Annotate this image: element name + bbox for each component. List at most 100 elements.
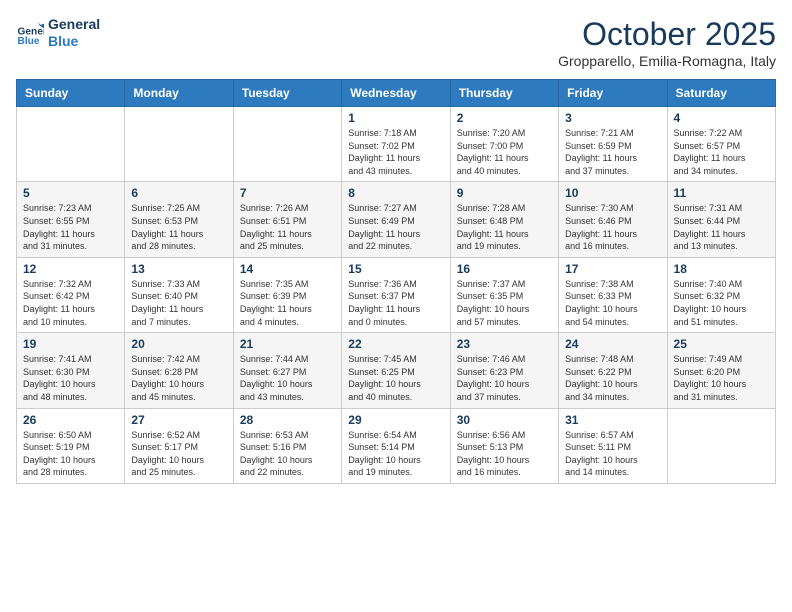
cell-info: Sunset: 6:28 PM (131, 366, 226, 379)
day-number: 3 (565, 111, 660, 125)
cell-info: Sunrise: 7:25 AM (131, 202, 226, 215)
day-number: 19 (23, 337, 118, 351)
svg-text:Blue: Blue (18, 36, 40, 47)
cell-info: Sunset: 5:11 PM (565, 441, 660, 454)
cell-info: and 43 minutes. (348, 165, 443, 178)
cell-info: Daylight: 11 hours (23, 228, 118, 241)
day-number: 10 (565, 186, 660, 200)
day-number: 1 (348, 111, 443, 125)
cell-info: and 37 minutes. (565, 165, 660, 178)
cell-info: and 34 minutes. (565, 391, 660, 404)
cell-info: Sunrise: 6:53 AM (240, 429, 335, 442)
day-number: 27 (131, 413, 226, 427)
calendar-cell: 10Sunrise: 7:30 AMSunset: 6:46 PMDayligh… (559, 182, 667, 257)
calendar-cell: 22Sunrise: 7:45 AMSunset: 6:25 PMDayligh… (342, 333, 450, 408)
cell-info: Daylight: 11 hours (348, 228, 443, 241)
cell-info: Sunrise: 7:20 AM (457, 127, 552, 140)
calendar-cell: 28Sunrise: 6:53 AMSunset: 5:16 PMDayligh… (233, 408, 341, 483)
logo-icon: General Blue (16, 19, 44, 47)
cell-info: Sunset: 6:20 PM (674, 366, 769, 379)
cell-info: Sunset: 5:19 PM (23, 441, 118, 454)
cell-info: and 43 minutes. (240, 391, 335, 404)
cell-info: Sunrise: 7:49 AM (674, 353, 769, 366)
cell-info: Sunrise: 7:35 AM (240, 278, 335, 291)
cell-info: Sunrise: 7:46 AM (457, 353, 552, 366)
day-number: 18 (674, 262, 769, 276)
week-row-1: 1Sunrise: 7:18 AMSunset: 7:02 PMDaylight… (17, 107, 776, 182)
calendar-cell: 16Sunrise: 7:37 AMSunset: 6:35 PMDayligh… (450, 257, 558, 332)
cell-info: Sunrise: 7:40 AM (674, 278, 769, 291)
cell-info: and 25 minutes. (240, 240, 335, 253)
cell-info: Daylight: 10 hours (565, 454, 660, 467)
cell-info: Sunset: 6:59 PM (565, 140, 660, 153)
calendar-cell: 14Sunrise: 7:35 AMSunset: 6:39 PMDayligh… (233, 257, 341, 332)
day-number: 29 (348, 413, 443, 427)
cell-info: Sunrise: 7:44 AM (240, 353, 335, 366)
cell-info: Sunset: 6:23 PM (457, 366, 552, 379)
cell-info: and 7 minutes. (131, 316, 226, 329)
cell-info: Sunrise: 6:54 AM (348, 429, 443, 442)
cell-info: Daylight: 11 hours (131, 228, 226, 241)
cell-info: and 28 minutes. (131, 240, 226, 253)
cell-info: and 16 minutes. (457, 466, 552, 479)
cell-info: Sunrise: 7:23 AM (23, 202, 118, 215)
calendar-cell: 27Sunrise: 6:52 AMSunset: 5:17 PMDayligh… (125, 408, 233, 483)
day-number: 9 (457, 186, 552, 200)
cell-info: Daylight: 11 hours (674, 228, 769, 241)
cell-info: Sunset: 5:17 PM (131, 441, 226, 454)
cell-info: Sunset: 6:22 PM (565, 366, 660, 379)
calendar-cell: 15Sunrise: 7:36 AMSunset: 6:37 PMDayligh… (342, 257, 450, 332)
cell-info: Sunset: 6:35 PM (457, 290, 552, 303)
day-number: 5 (23, 186, 118, 200)
cell-info: and 25 minutes. (131, 466, 226, 479)
week-row-2: 5Sunrise: 7:23 AMSunset: 6:55 PMDaylight… (17, 182, 776, 257)
day-number: 24 (565, 337, 660, 351)
cell-info: and 57 minutes. (457, 316, 552, 329)
cell-info: Sunrise: 7:22 AM (674, 127, 769, 140)
cell-info: Sunset: 6:53 PM (131, 215, 226, 228)
cell-info: Daylight: 10 hours (131, 378, 226, 391)
calendar-cell: 21Sunrise: 7:44 AMSunset: 6:27 PMDayligh… (233, 333, 341, 408)
week-row-5: 26Sunrise: 6:50 AMSunset: 5:19 PMDayligh… (17, 408, 776, 483)
day-number: 7 (240, 186, 335, 200)
day-number: 8 (348, 186, 443, 200)
cell-info: Daylight: 11 hours (348, 152, 443, 165)
cell-info: Sunset: 6:27 PM (240, 366, 335, 379)
calendar-cell (233, 107, 341, 182)
calendar-header-row: SundayMondayTuesdayWednesdayThursdayFrid… (17, 80, 776, 107)
month-title: October 2025 (558, 16, 776, 53)
cell-info: Daylight: 11 hours (131, 303, 226, 316)
day-number: 2 (457, 111, 552, 125)
calendar-cell: 26Sunrise: 6:50 AMSunset: 5:19 PMDayligh… (17, 408, 125, 483)
calendar-cell (125, 107, 233, 182)
cell-info: Sunrise: 7:28 AM (457, 202, 552, 215)
cell-info: Daylight: 11 hours (240, 228, 335, 241)
cell-info: and 22 minutes. (240, 466, 335, 479)
cell-info: Daylight: 10 hours (457, 378, 552, 391)
calendar-cell: 5Sunrise: 7:23 AMSunset: 6:55 PMDaylight… (17, 182, 125, 257)
cell-info: and 14 minutes. (565, 466, 660, 479)
cell-info: Daylight: 11 hours (457, 152, 552, 165)
cell-info: Sunrise: 7:21 AM (565, 127, 660, 140)
cell-info: Sunrise: 7:48 AM (565, 353, 660, 366)
cell-info: Sunset: 6:30 PM (23, 366, 118, 379)
location-subtitle: Gropparello, Emilia-Romagna, Italy (558, 53, 776, 69)
cell-info: Sunrise: 7:30 AM (565, 202, 660, 215)
calendar-cell: 29Sunrise: 6:54 AMSunset: 5:14 PMDayligh… (342, 408, 450, 483)
calendar-cell: 3Sunrise: 7:21 AMSunset: 6:59 PMDaylight… (559, 107, 667, 182)
cell-info: Sunset: 6:44 PM (674, 215, 769, 228)
cell-info: Sunrise: 7:38 AM (565, 278, 660, 291)
day-number: 13 (131, 262, 226, 276)
cell-info: Daylight: 10 hours (565, 378, 660, 391)
cell-info: Sunset: 6:32 PM (674, 290, 769, 303)
cell-info: Daylight: 10 hours (457, 454, 552, 467)
day-header-friday: Friday (559, 80, 667, 107)
cell-info: and 51 minutes. (674, 316, 769, 329)
cell-info: Sunrise: 7:27 AM (348, 202, 443, 215)
cell-info: and 31 minutes. (674, 391, 769, 404)
week-row-3: 12Sunrise: 7:32 AMSunset: 6:42 PMDayligh… (17, 257, 776, 332)
page-header: General Blue General Blue October 2025 G… (16, 16, 776, 69)
cell-info: Sunrise: 7:32 AM (23, 278, 118, 291)
calendar-cell: 25Sunrise: 7:49 AMSunset: 6:20 PMDayligh… (667, 333, 775, 408)
day-number: 22 (348, 337, 443, 351)
